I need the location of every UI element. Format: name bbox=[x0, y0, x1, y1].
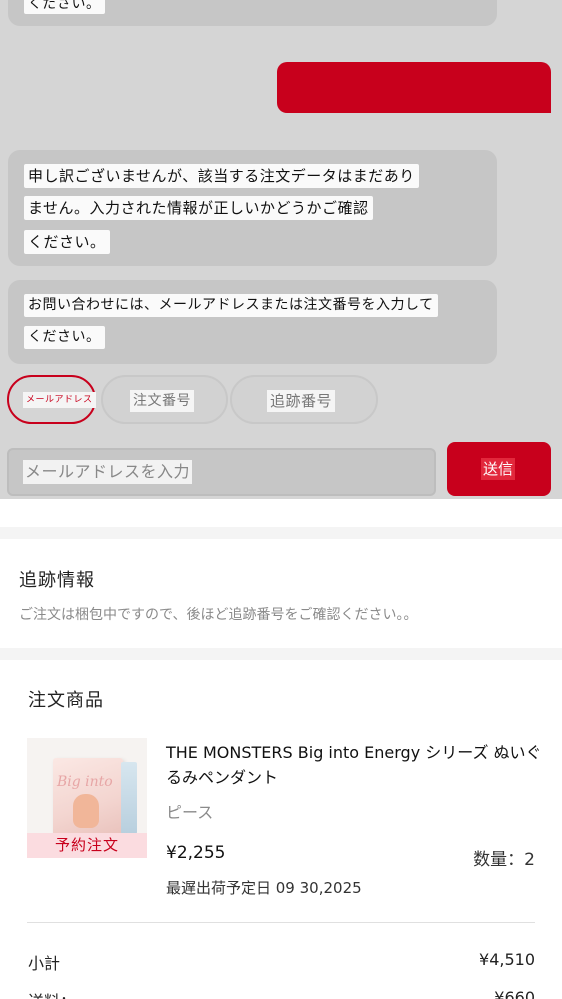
product-ship-date: 最遅出荷予定日 09 30,2025 bbox=[166, 879, 362, 897]
product-box-side-graphic bbox=[121, 762, 137, 834]
bot-message-previous: ください。 bbox=[8, 0, 497, 26]
option-chip-label: メールアドレス bbox=[23, 392, 96, 408]
option-chip-tracking-number[interactable]: 追跡番号 bbox=[230, 375, 378, 424]
option-chip-email[interactable]: メールアドレス bbox=[7, 375, 96, 424]
order-items-title: 注文商品 bbox=[28, 690, 104, 711]
send-button-label: 送信 bbox=[481, 458, 516, 480]
bot-message-line: ません。入力された情報が正しいかどうかご確認 bbox=[24, 196, 373, 220]
bot-message-line: お問い合わせには、メールアドレスまたは注文番号を入力して bbox=[24, 294, 438, 317]
send-button[interactable]: 送信 bbox=[447, 442, 551, 496]
product-box-logo: Big into bbox=[57, 774, 113, 790]
product-quantity: 数量：2 bbox=[473, 850, 535, 870]
bot-message-previous-text: ください。 bbox=[24, 0, 105, 14]
bot-message-prompt: お問い合わせには、メールアドレスまたは注文番号を入力して ください。 bbox=[8, 280, 497, 364]
preorder-badge: 予約注文 bbox=[27, 833, 147, 858]
option-chip-order-number[interactable]: 注文番号 bbox=[101, 375, 228, 424]
product-price: ¥2,255 bbox=[166, 843, 226, 863]
bot-message-line: 申し訳ございませんが、該当する注文データはまだあり bbox=[24, 164, 419, 188]
section-divider bbox=[0, 527, 562, 539]
email-input[interactable]: メールアドレスを入力 bbox=[7, 448, 436, 496]
product-figure-graphic bbox=[73, 794, 99, 828]
option-chip-label: 注文番号 bbox=[130, 390, 194, 412]
summary-divider bbox=[27, 922, 535, 923]
tracking-note: ご注文は梱包中ですので、後ほど追跡番号をご確認ください。。 bbox=[19, 607, 418, 623]
section-divider bbox=[0, 648, 562, 660]
tracking-title: 追跡情報 bbox=[19, 570, 95, 591]
option-chip-label: 追跡番号 bbox=[267, 390, 336, 412]
bot-message-not-found: 申し訳ございませんが、該当する注文データはまだあり ません。入力された情報が正し… bbox=[8, 150, 497, 266]
product-variant: ピース bbox=[166, 803, 214, 822]
user-message bbox=[277, 62, 551, 113]
bot-message-line: ください。 bbox=[24, 326, 105, 349]
shipping-label: 送料： bbox=[28, 988, 76, 999]
subtotal-label: 小計 bbox=[28, 954, 61, 973]
shipping-value: ¥660 bbox=[494, 988, 535, 999]
email-input-placeholder: メールアドレスを入力 bbox=[23, 460, 193, 484]
subtotal-value: ¥4,510 bbox=[479, 950, 535, 969]
chat-panel: ください。 申し訳ございませんが、該当する注文データはまだあり ません。入力され… bbox=[0, 0, 562, 499]
screen: ください。 申し訳ございませんが、該当する注文データはまだあり ません。入力され… bbox=[0, 0, 562, 999]
bot-message-line: ください。 bbox=[24, 230, 110, 254]
product-name[interactable]: THE MONSTERS Big into Energy シリーズ ぬいぐるみペ… bbox=[166, 740, 546, 790]
